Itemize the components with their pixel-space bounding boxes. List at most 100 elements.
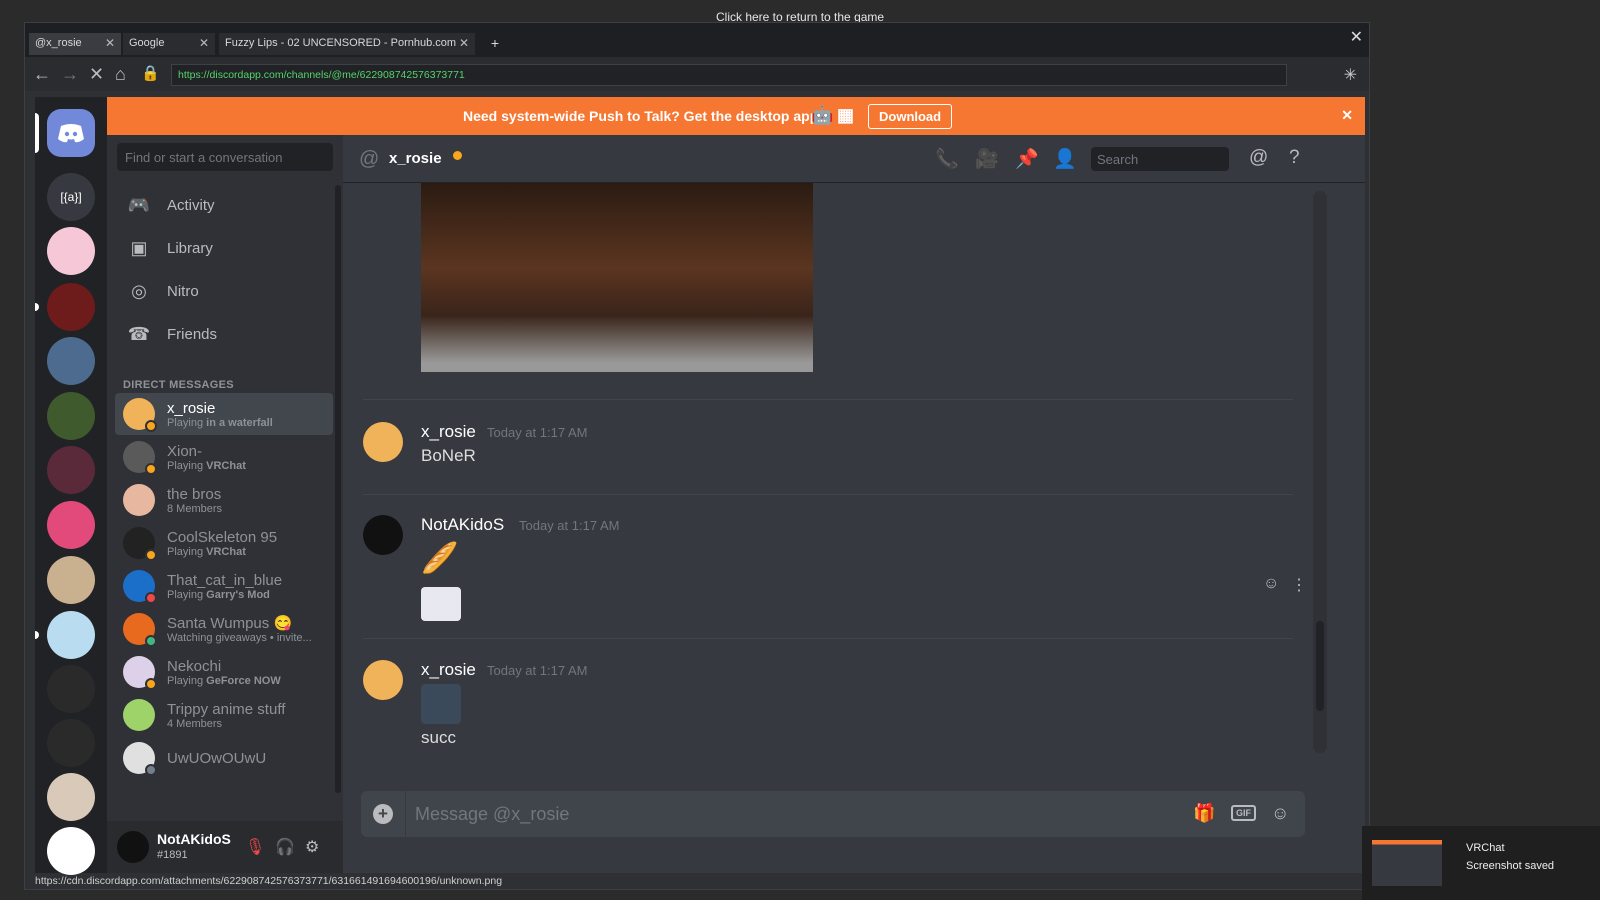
dm-name: Trippy anime stuff bbox=[167, 700, 286, 718]
server-icon[interactable] bbox=[47, 227, 95, 275]
channel-title: x_rosie bbox=[389, 150, 442, 167]
server-icon[interactable] bbox=[47, 611, 95, 659]
discord-app: [{a}] Need system-wide Push to Talk? Get… bbox=[35, 97, 1365, 875]
add-reaction-icon[interactable]: ☺ bbox=[1263, 575, 1279, 593]
dm-name: x_rosie bbox=[167, 399, 216, 417]
help-icon[interactable]: ? bbox=[1289, 147, 1300, 169]
gear-icon[interactable]: ⚙ bbox=[305, 837, 319, 857]
dm-item[interactable]: UwUOwOUwU bbox=[115, 737, 333, 779]
url-bar[interactable]: https://discordapp.com/channels/@me/6229… bbox=[171, 64, 1287, 86]
screenshot-toast[interactable]: VRChat Screenshot saved bbox=[1362, 826, 1600, 900]
library-icon: ▣ bbox=[130, 237, 148, 258]
toast-app-name: VRChat bbox=[1466, 842, 1505, 854]
server-icon[interactable] bbox=[47, 446, 95, 494]
close-icon[interactable]: ✕ bbox=[199, 36, 209, 50]
tab-label: Google bbox=[129, 37, 165, 49]
gift-icon[interactable]: 🎁 bbox=[1193, 803, 1215, 824]
server-icon[interactable] bbox=[47, 556, 95, 604]
dm-item[interactable]: x_rosie Playing in a waterfall bbox=[115, 393, 333, 435]
dm-item[interactable]: Xion- Playing VRChat bbox=[115, 436, 333, 478]
status-indicator-icon bbox=[145, 764, 157, 776]
user-panel: NotAKidoS #1891 🎙 🎧 ⚙ bbox=[107, 821, 343, 873]
server-icon[interactable] bbox=[47, 501, 95, 549]
forward-icon[interactable]: → bbox=[61, 65, 79, 83]
dm-activity: Watching giveaways • invite... bbox=[167, 632, 312, 644]
scrollbar-thumb[interactable] bbox=[1316, 621, 1324, 711]
image-attachment[interactable] bbox=[421, 183, 813, 372]
nav-item-library[interactable]: ▣ Library bbox=[115, 228, 335, 268]
message-author[interactable]: x_rosie bbox=[421, 660, 476, 680]
dm-item[interactable]: Trippy anime stuff 4 Members bbox=[115, 694, 333, 736]
close-icon[interactable]: ✕ bbox=[105, 36, 115, 50]
search-input[interactable]: Search bbox=[1091, 147, 1229, 171]
server-icon[interactable] bbox=[47, 392, 95, 440]
custom-emoji[interactable] bbox=[421, 684, 461, 724]
add-friend-icon[interactable]: 👤 bbox=[1053, 147, 1077, 171]
back-icon[interactable]: ← bbox=[33, 65, 51, 83]
server-icon[interactable] bbox=[47, 337, 95, 385]
new-tab-button[interactable]: + bbox=[487, 35, 503, 51]
nav-item-nitro[interactable]: ◎ Nitro bbox=[115, 271, 335, 311]
tab-label: Fuzzy Lips - 02 UNCENSORED - Pornhub.com bbox=[225, 37, 457, 49]
gif-button[interactable]: GIF bbox=[1231, 805, 1256, 821]
find-conversation-input[interactable]: Find or start a conversation bbox=[117, 143, 333, 171]
message-input[interactable] bbox=[415, 801, 1175, 827]
dm-text: Xion- Playing VRChat bbox=[167, 443, 246, 472]
avatar[interactable] bbox=[363, 515, 403, 555]
loading-spinner-icon: ✳ bbox=[1343, 67, 1357, 84]
server-icon[interactable] bbox=[47, 665, 95, 713]
server-icon[interactable] bbox=[47, 773, 95, 821]
window-close-icon[interactable]: ✕ bbox=[1350, 27, 1363, 47]
dm-activity-game: in a waterfall bbox=[206, 416, 273, 429]
banner-text: Need system-wide Push to Talk? Get the d… bbox=[463, 108, 823, 124]
pin-icon[interactable]: 📌 bbox=[1015, 147, 1039, 171]
dm-text: Trippy anime stuff 4 Members bbox=[167, 701, 285, 730]
dm-activity-game: Garry's Mod bbox=[206, 588, 270, 601]
chat-scrollbar[interactable] bbox=[1313, 191, 1327, 753]
dm-text: Santa Wumpus 😋 Watching giveaways • invit… bbox=[167, 614, 312, 644]
message-divider bbox=[363, 399, 1293, 400]
emoji-picker-icon[interactable]: ☺ bbox=[1271, 803, 1289, 824]
browser-tab-x-rosie[interactable]: @x_rosie ✕ bbox=[29, 33, 121, 55]
dm-activity-game: VRChat bbox=[206, 459, 246, 472]
dm-name: the bros bbox=[167, 485, 222, 503]
stop-icon[interactable]: ✕ bbox=[89, 65, 104, 83]
browser-tab-pornhub[interactable]: Fuzzy Lips - 02 UNCENSORED - Pornhub.com… bbox=[219, 33, 475, 55]
server-icon[interactable] bbox=[47, 283, 95, 331]
browser-tab-google[interactable]: Google ✕ bbox=[123, 33, 215, 55]
dm-item[interactable]: Santa Wumpus 😋 Watching giveaways • invit… bbox=[115, 608, 333, 650]
avatar[interactable] bbox=[363, 422, 403, 462]
home-icon[interactable]: ⌂ bbox=[115, 65, 126, 83]
avatar[interactable] bbox=[117, 831, 149, 863]
avatar[interactable] bbox=[363, 660, 403, 700]
download-button[interactable]: Download bbox=[868, 104, 953, 129]
dm-item[interactable]: Nekochi Playing GeForce NOW bbox=[115, 651, 333, 693]
headphones-icon[interactable]: 🎧 bbox=[275, 837, 295, 857]
nav-item-activity[interactable]: 🎮 Activity bbox=[115, 185, 335, 225]
mute-microphone-icon[interactable]: 🎙 bbox=[245, 837, 265, 857]
dm-item[interactable]: CoolSkeleton 95 Playing VRChat bbox=[115, 522, 333, 564]
discord-home-icon[interactable] bbox=[47, 109, 95, 157]
server-icon[interactable] bbox=[47, 719, 95, 767]
more-options-icon[interactable]: ⋮ bbox=[1291, 575, 1307, 595]
close-icon[interactable]: ✕ bbox=[1341, 107, 1353, 124]
video-call-icon[interactable]: 🎥 bbox=[975, 147, 999, 171]
message-author[interactable]: NotAKidoS bbox=[421, 515, 504, 535]
controller-icon: 🎮 bbox=[127, 194, 151, 215]
server-icon[interactable] bbox=[47, 827, 95, 875]
navigation-bar: ← → ✕ ⌂ 🔒 https://discordapp.com/channel… bbox=[25, 57, 1369, 91]
mentions-icon[interactable]: @ bbox=[1249, 147, 1268, 169]
unread-indicator bbox=[35, 303, 39, 311]
voice-call-icon[interactable]: 📞 bbox=[935, 147, 959, 171]
custom-emoji[interactable] bbox=[421, 587, 461, 621]
dm-text: CoolSkeleton 95 Playing VRChat bbox=[167, 529, 277, 558]
close-icon[interactable]: ✕ bbox=[459, 36, 469, 50]
nav-item-friends[interactable]: ☎ Friends bbox=[115, 314, 335, 354]
message-author[interactable]: x_rosie bbox=[421, 422, 476, 442]
avatar bbox=[123, 441, 157, 475]
upload-plus-icon[interactable]: + bbox=[373, 804, 393, 824]
scrollbar[interactable] bbox=[335, 185, 341, 793]
dm-item[interactable]: the bros 8 Members bbox=[115, 479, 333, 521]
dm-item[interactable]: That_cat_in_blue Playing Garry's Mod bbox=[115, 565, 333, 607]
server-icon[interactable]: [{a}] bbox=[47, 173, 95, 221]
